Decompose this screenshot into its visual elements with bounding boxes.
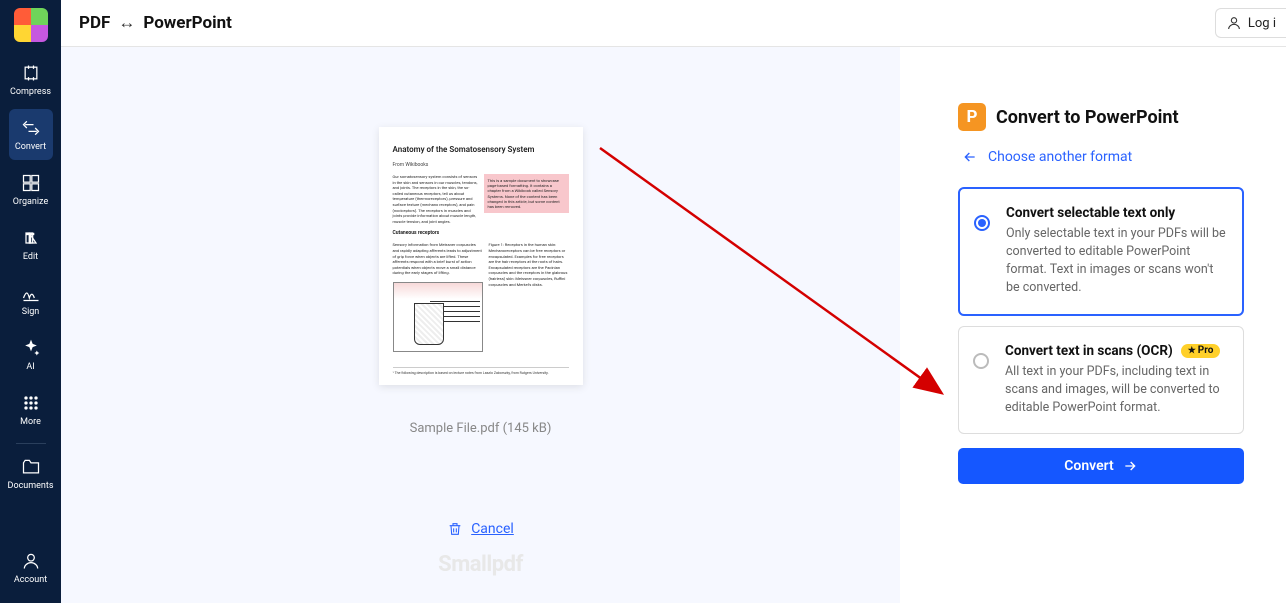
arrow-right-icon (1122, 458, 1138, 474)
sidebar-item-label: Documents (8, 481, 54, 491)
sidebar: Compress Convert Organize T Edit Sign AI… (0, 0, 61, 603)
sidebar-item-compress[interactable]: Compress (9, 54, 53, 105)
sidebar-item-account[interactable]: Account (9, 542, 53, 593)
organize-icon (20, 172, 42, 194)
option-title: Convert text in scans (OCR) Pro (1005, 343, 1227, 359)
radio-unselected[interactable] (973, 353, 989, 369)
sidebar-item-label: Edit (23, 252, 38, 262)
main-area: Anatomy of the Somatosensory System From… (61, 47, 900, 603)
sidebar-separator (16, 443, 46, 444)
convert-icon (20, 117, 42, 139)
option-ocr[interactable]: Convert text in scans (OCR) Pro All text… (958, 326, 1244, 434)
preview-diagram (393, 282, 483, 352)
sidebar-item-label: Account (14, 575, 47, 585)
sidebar-item-label: Compress (10, 87, 51, 97)
preview-title: Anatomy of the Somatosensory System (393, 145, 569, 154)
option-desc: All text in your PDFs, including text in… (1005, 363, 1227, 417)
sidebar-item-edit[interactable]: T Edit (9, 219, 53, 270)
convert-button[interactable]: Convert (958, 448, 1244, 484)
sidebar-item-label: Convert (15, 142, 46, 152)
trash-icon (447, 521, 463, 537)
option-title: Convert selectable text only (1006, 205, 1226, 221)
convert-label: Convert (1064, 458, 1113, 474)
choose-another-format[interactable]: Choose another format (962, 149, 1244, 165)
swap-icon: ↔ (118, 13, 135, 33)
app-logo[interactable] (14, 8, 48, 42)
svg-text:T: T (26, 232, 34, 247)
file-preview: Anatomy of the Somatosensory System From… (379, 127, 583, 385)
title-left: PDF (79, 13, 110, 33)
page-title: PDF ↔ PowerPoint (79, 13, 232, 33)
radio-selected[interactable] (974, 215, 990, 231)
account-icon (20, 550, 42, 572)
sidebar-item-label: Sign (22, 307, 40, 317)
sidebar-item-label: More (20, 417, 41, 427)
compress-icon (20, 62, 42, 84)
login-button[interactable]: Log i (1215, 8, 1286, 38)
powerpoint-icon: P (958, 103, 986, 131)
arrow-left-icon (962, 149, 978, 165)
sidebar-item-more[interactable]: More (9, 384, 53, 435)
edit-icon: T (20, 227, 42, 249)
ai-icon (20, 337, 42, 359)
panel-heading: Convert to PowerPoint (996, 107, 1179, 128)
cancel-button[interactable]: Cancel (447, 521, 514, 537)
options-panel: P Convert to PowerPoint Choose another f… (900, 47, 1286, 603)
sidebar-item-organize[interactable]: Organize (9, 164, 53, 215)
sidebar-item-label: AI (26, 362, 34, 372)
watermark: Smallpdf (438, 552, 523, 577)
file-name: Sample File.pdf (145 kB) (410, 421, 552, 436)
login-label: Log i (1248, 16, 1276, 31)
cancel-label: Cancel (471, 521, 514, 537)
user-icon (1226, 15, 1242, 31)
sidebar-item-convert[interactable]: Convert (9, 109, 53, 160)
sidebar-item-ai[interactable]: AI (9, 329, 53, 380)
sidebar-item-sign[interactable]: Sign (9, 274, 53, 325)
title-right: PowerPoint (143, 13, 232, 33)
sidebar-item-label: Organize (13, 197, 48, 207)
sidebar-item-documents[interactable]: Documents (9, 448, 53, 499)
option-selectable-text[interactable]: Convert selectable text only Only select… (958, 187, 1244, 316)
more-icon (20, 392, 42, 414)
sign-icon (20, 282, 42, 304)
documents-icon (20, 456, 42, 478)
option-desc: Only selectable text in your PDFs will b… (1006, 225, 1226, 298)
choose-another-label: Choose another format (988, 149, 1132, 165)
header: PDF ↔ PowerPoint Log i (61, 0, 1286, 47)
pro-badge: Pro (1181, 344, 1221, 358)
